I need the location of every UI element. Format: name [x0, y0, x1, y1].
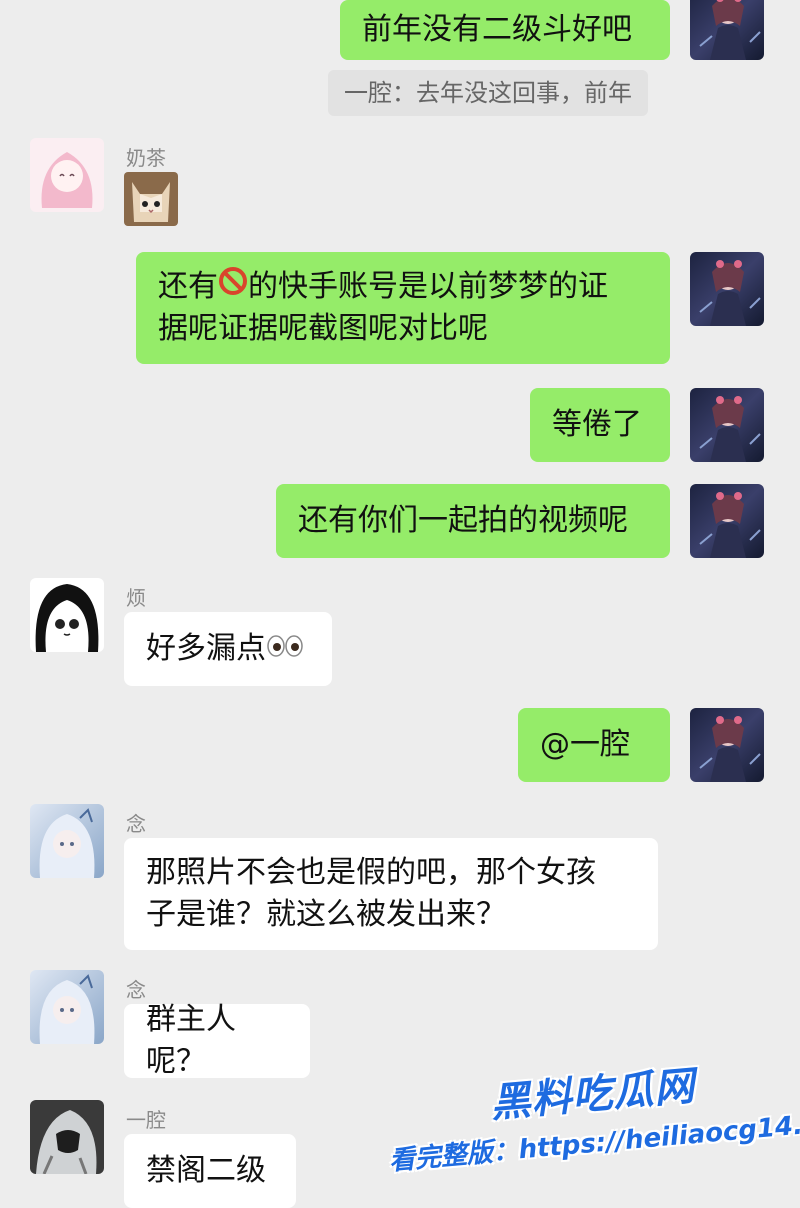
message-text: 那照片不会也是假的吧，那个女孩 子是谁？就这么被发出来？: [146, 855, 596, 932]
my-avatar[interactable]: [690, 388, 764, 462]
avatar-nian[interactable]: [30, 970, 104, 1044]
message-text: 禁阁二级: [146, 1153, 266, 1188]
message-bubble-received[interactable]: 那照片不会也是假的吧，那个女孩 子是谁？就这么被发出来？: [124, 838, 658, 950]
message-bubble-sent[interactable]: 还有你们一起拍的视频呢: [276, 484, 670, 558]
message-bubble-sent[interactable]: 前年没有二级斗好吧: [340, 0, 670, 60]
prohibited-icon: [218, 266, 248, 308]
message-text: 还有 的快手账号是以前梦梦的证 据呢证据呢截图呢对比呢: [158, 266, 608, 351]
message-text: 前年没有二级斗好吧: [362, 12, 632, 47]
message-text: 还有你们一起拍的视频呢: [298, 503, 628, 538]
my-avatar[interactable]: [690, 484, 764, 558]
sender-name: 一腔: [126, 1108, 166, 1132]
my-avatar[interactable]: [690, 0, 764, 60]
avatar-yiqiang[interactable]: [30, 1100, 104, 1174]
quoted-message[interactable]: 一腔：去年没这回事，前年: [328, 70, 648, 116]
message-bubble-received[interactable]: 禁阁二级: [124, 1134, 296, 1208]
sender-name: 念: [126, 978, 146, 1002]
message-text: 好多漏点: [146, 628, 304, 671]
message-text: @一腔: [540, 727, 630, 762]
avatar-nian[interactable]: [30, 804, 104, 878]
quote-text: 一腔：去年没这回事，前年: [344, 79, 632, 107]
message-bubble-sent[interactable]: 等倦了: [530, 388, 670, 462]
message-text: 等倦了: [552, 407, 642, 442]
avatar-naicha[interactable]: [30, 138, 104, 212]
my-avatar[interactable]: [690, 708, 764, 782]
eyes-icon: [266, 628, 304, 670]
sender-name: 念: [126, 812, 146, 836]
message-bubble-sent[interactable]: 还有 的快手账号是以前梦梦的证 据呢证据呢截图呢对比呢: [136, 252, 670, 364]
message-text: 群主人呢？: [146, 1002, 236, 1079]
message-bubble-sent[interactable]: @一腔: [518, 708, 670, 782]
my-avatar[interactable]: [690, 252, 764, 326]
avatar-fan[interactable]: [30, 578, 104, 652]
sender-name: 烦: [126, 586, 146, 610]
message-bubble-received[interactable]: 好多漏点: [124, 612, 332, 686]
sender-name: 奶茶: [126, 146, 166, 170]
message-bubble-received[interactable]: 群主人呢？: [124, 1002, 310, 1079]
cat-sticker[interactable]: [124, 172, 178, 226]
